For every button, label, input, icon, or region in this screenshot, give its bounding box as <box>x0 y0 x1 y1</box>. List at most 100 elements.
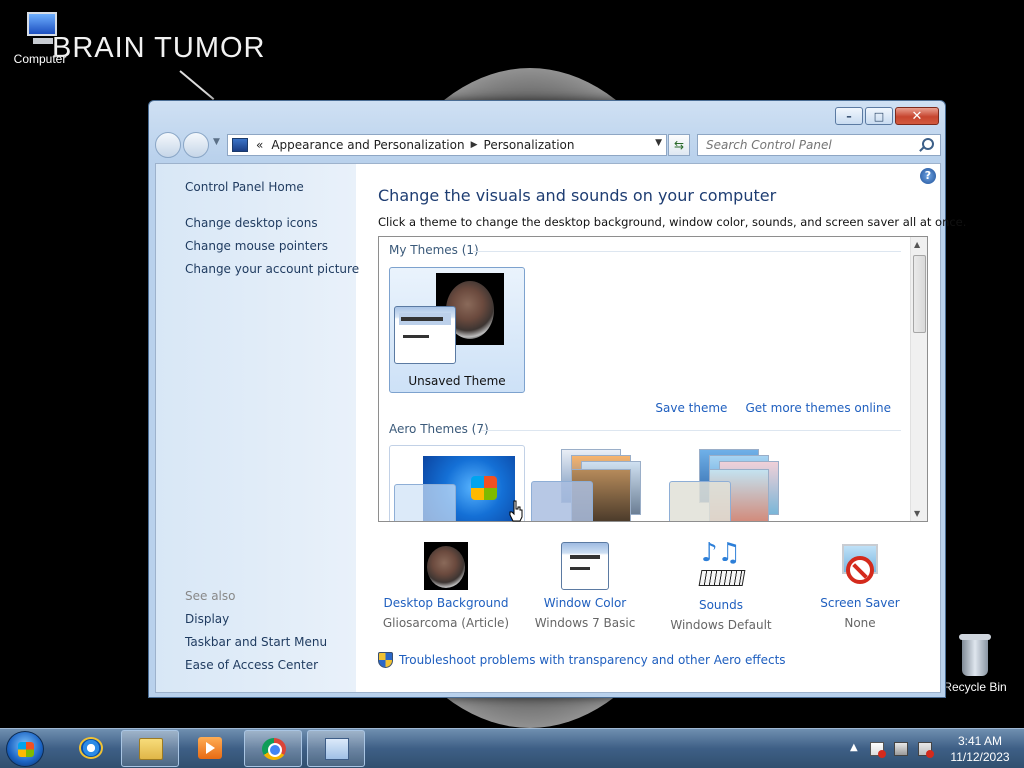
breadcrumb-personalization[interactable]: Personalization <box>484 138 575 152</box>
breadcrumb-overflow[interactable]: « <box>256 138 263 152</box>
change-account-picture-link[interactable]: Change your account picture <box>185 262 359 276</box>
page-title: Change the visuals and sounds on your co… <box>378 186 777 205</box>
display-link[interactable]: Display <box>185 612 229 626</box>
window-color-setting[interactable]: Window Color Windows 7 Basic <box>517 542 653 630</box>
page-subtitle: Click a theme to change the desktop back… <box>378 215 967 229</box>
change-desktop-icons-link[interactable]: Change desktop icons <box>185 216 318 230</box>
scroll-up-icon[interactable]: ▲ <box>914 240 920 249</box>
screen-saver-link[interactable]: Screen Saver <box>792 596 928 610</box>
address-bar[interactable]: « Appearance and Personalization ▶ Perso… <box>227 134 667 156</box>
sounds-value: Windows Default <box>670 618 772 632</box>
search-input[interactable] <box>698 135 908 155</box>
see-also-heading: See also <box>185 589 236 603</box>
clock-date: 11/12/2023 <box>950 750 1010 764</box>
window-color-link[interactable]: Window Color <box>517 596 653 610</box>
scrollbar-thumb[interactable] <box>913 255 926 333</box>
theme-characters[interactable] <box>665 445 789 521</box>
back-button[interactable] <box>155 132 181 158</box>
control-panel-icon <box>232 138 248 152</box>
breadcrumb-appearance[interactable]: Appearance and Personalization <box>271 138 464 152</box>
theme-name: Unsaved Theme <box>408 374 506 388</box>
show-hidden-icons-icon[interactable]: ▲ <box>850 742 858 753</box>
sounds-icon: ♪♫ <box>696 540 746 592</box>
taskbar-media-player[interactable] <box>181 730 239 767</box>
help-icon[interactable]: ? <box>920 168 936 184</box>
close-icon: ✕ <box>911 108 923 124</box>
desktop-background-link[interactable]: Desktop Background <box>378 596 514 610</box>
section-divider <box>481 430 901 431</box>
wallpaper-pointer-line <box>179 70 215 101</box>
desktop-icon-label: Computer <box>13 52 67 66</box>
windows-flag-icon <box>471 476 497 500</box>
action-center-icon[interactable] <box>870 742 886 758</box>
change-mouse-pointers-link[interactable]: Change mouse pointers <box>185 239 328 253</box>
desktop-background-setting[interactable]: Desktop Background Gliosarcoma (Article) <box>378 542 514 630</box>
theme-architecture[interactable] <box>527 445 651 521</box>
internet-explorer-icon <box>79 737 103 759</box>
desktop-icon-recycle-bin[interactable]: Recycle Bin <box>940 632 1010 694</box>
sounds-setting[interactable]: ♪♫ Sounds Windows Default <box>653 540 789 632</box>
address-dropdown-icon[interactable]: ▼ <box>655 138 662 148</box>
aero-themes-heading: Aero Themes (7) <box>389 422 489 436</box>
my-themes-heading: My Themes (1) <box>389 243 479 257</box>
close-button[interactable]: ✕ <box>895 107 939 125</box>
control-panel-home-link[interactable]: Control Panel Home <box>185 180 304 194</box>
recent-pages-dropdown-icon[interactable]: ▼ <box>213 137 220 147</box>
search-box[interactable] <box>697 134 941 156</box>
window-controls: – □ ✕ <box>835 107 939 125</box>
system-tray: ▲ 3:41 AM 11/12/2023 <box>824 729 1024 768</box>
maximize-button[interactable]: □ <box>865 107 893 125</box>
troubleshoot-row: Troubleshoot problems with transparency … <box>378 652 786 668</box>
network-icon[interactable] <box>894 742 908 756</box>
save-theme-link[interactable]: Save theme <box>655 401 727 415</box>
desktop-icon-label: Recycle Bin <box>943 680 1007 694</box>
search-icon[interactable] <box>922 138 934 150</box>
personalization-window: – □ ✕ ▼ « Appearance and Personalization… <box>148 100 966 698</box>
desktop-background-icon <box>424 542 468 590</box>
refresh-button[interactable]: ⇆ <box>668 134 690 156</box>
taskbar-chrome[interactable] <box>244 730 302 767</box>
clock[interactable]: 3:41 AM 11/12/2023 <box>940 733 1020 765</box>
wallpaper-text: BRAIN TUMOR <box>52 32 266 64</box>
taskbar-file-explorer[interactable] <box>121 730 179 767</box>
window-content: Control Panel Home Change desktop icons … <box>155 163 966 693</box>
recycle-bin-icon <box>957 632 993 678</box>
taskbar-internet-explorer[interactable] <box>62 730 120 767</box>
maximize-icon: □ <box>873 109 885 123</box>
window-color-swatch <box>394 306 456 364</box>
left-pane: Control Panel Home Change desktop icons … <box>156 164 359 692</box>
minimize-button[interactable]: – <box>835 107 863 125</box>
theme-windows-7[interactable] <box>389 445 525 521</box>
window-color-value: Windows 7 Basic <box>534 616 636 630</box>
desktop-icon-computer[interactable]: Computer <box>5 8 75 66</box>
screen-saver-icon <box>836 542 884 590</box>
start-button[interactable] <box>6 731 44 767</box>
get-more-themes-link[interactable]: Get more themes online <box>745 401 891 415</box>
troubleshoot-link[interactable]: Troubleshoot problems with transparency … <box>399 653 786 667</box>
forward-button[interactable] <box>183 132 209 158</box>
main-pane: ? Change the visuals and sounds on your … <box>356 164 966 692</box>
windows-logo-icon <box>18 742 34 757</box>
clock-time: 3:41 AM <box>957 734 1003 748</box>
chrome-icon <box>262 738 286 760</box>
desktop-background-value: Gliosarcoma (Article) <box>382 616 510 630</box>
screen-saver-setting[interactable]: Screen Saver None <box>792 542 928 630</box>
theme-unsaved[interactable]: Unsaved Theme <box>389 267 525 393</box>
window-color-swatch <box>394 484 456 521</box>
scroll-down-icon[interactable]: ▼ <box>914 509 920 518</box>
minimize-icon: – <box>846 109 852 123</box>
sounds-link[interactable]: Sounds <box>653 598 789 612</box>
theme-actions: Save theme Get more themes online <box>655 401 891 415</box>
hand-cursor-icon <box>509 500 523 522</box>
breadcrumb-separator-icon[interactable]: ▶ <box>471 140 478 150</box>
computer-icon <box>19 8 61 50</box>
section-divider <box>473 251 901 252</box>
refresh-icon: ⇆ <box>673 138 685 152</box>
control-panel-icon <box>325 738 349 760</box>
taskbar-start-menu-link[interactable]: Taskbar and Start Menu <box>185 635 327 649</box>
taskbar-control-panel[interactable] <box>307 730 365 767</box>
ease-of-access-link[interactable]: Ease of Access Center <box>185 658 318 672</box>
shield-icon <box>378 652 393 668</box>
volume-muted-icon[interactable] <box>918 742 934 758</box>
theme-list-scrollbar[interactable]: ▲ ▼ <box>910 237 927 521</box>
